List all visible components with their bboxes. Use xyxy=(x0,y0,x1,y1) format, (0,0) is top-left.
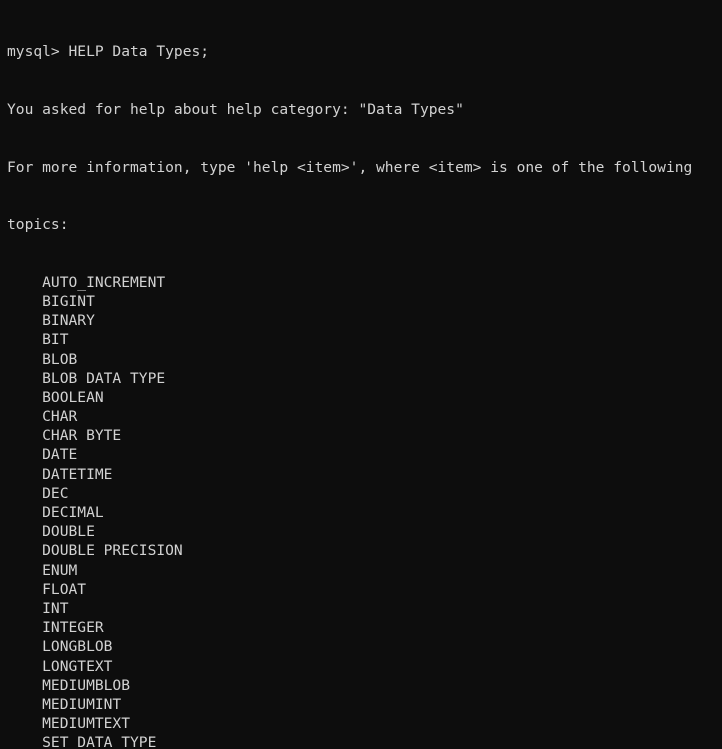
help-topic-item: DOUBLE xyxy=(7,523,95,541)
help-topic-item: CHAR BYTE xyxy=(7,427,122,445)
help-topic-item: FLOAT xyxy=(7,580,87,598)
mysql-prompt-line: mysql> HELP Data Types; xyxy=(7,43,210,61)
help-topic-item: BIGINT xyxy=(7,292,95,310)
help-topic-item: MEDIUMTEXT xyxy=(7,715,131,733)
help-topic-item: INT xyxy=(7,599,69,617)
help-topic-item: BINARY xyxy=(7,312,95,330)
help-topic-item: ENUM xyxy=(7,561,78,579)
topics-label-line: topics: xyxy=(7,216,69,234)
help-topic-item: DATE xyxy=(7,446,78,464)
help-topic-item: BLOB xyxy=(7,350,78,368)
help-topic-item: LONGBLOB xyxy=(7,638,113,656)
help-topic-item: DATETIME xyxy=(7,465,113,483)
help-topic-item: INTEGER xyxy=(7,619,104,637)
help-topic-item: DEC xyxy=(7,484,69,502)
help-topic-item: DECIMAL xyxy=(7,504,104,522)
terminal-screen[interactable]: mysql> HELP Data Types; You asked for he… xyxy=(0,0,722,749)
help-instruction-line: For more information, type 'help <item>'… xyxy=(7,158,693,176)
help-topic-item: MEDIUMINT xyxy=(7,695,122,713)
help-topic-item: BIT xyxy=(7,331,69,349)
help-topic-list: AUTO_INCREMENT BIGINT BINARY BIT BLOB BL… xyxy=(7,273,722,749)
help-topic-item: LONGTEXT xyxy=(7,657,113,675)
help-topic-item: AUTO_INCREMENT xyxy=(7,273,166,291)
help-topic-item: SET DATA TYPE xyxy=(7,734,157,749)
help-topic-item: BLOB DATA TYPE xyxy=(7,369,166,387)
help-category-line: You asked for help about help category: … xyxy=(7,101,464,118)
help-topic-item: MEDIUMBLOB xyxy=(7,676,131,694)
help-topic-item: CHAR xyxy=(7,408,78,426)
help-topic-item: BOOLEAN xyxy=(7,388,104,406)
help-topic-item: DOUBLE PRECISION xyxy=(7,542,183,560)
